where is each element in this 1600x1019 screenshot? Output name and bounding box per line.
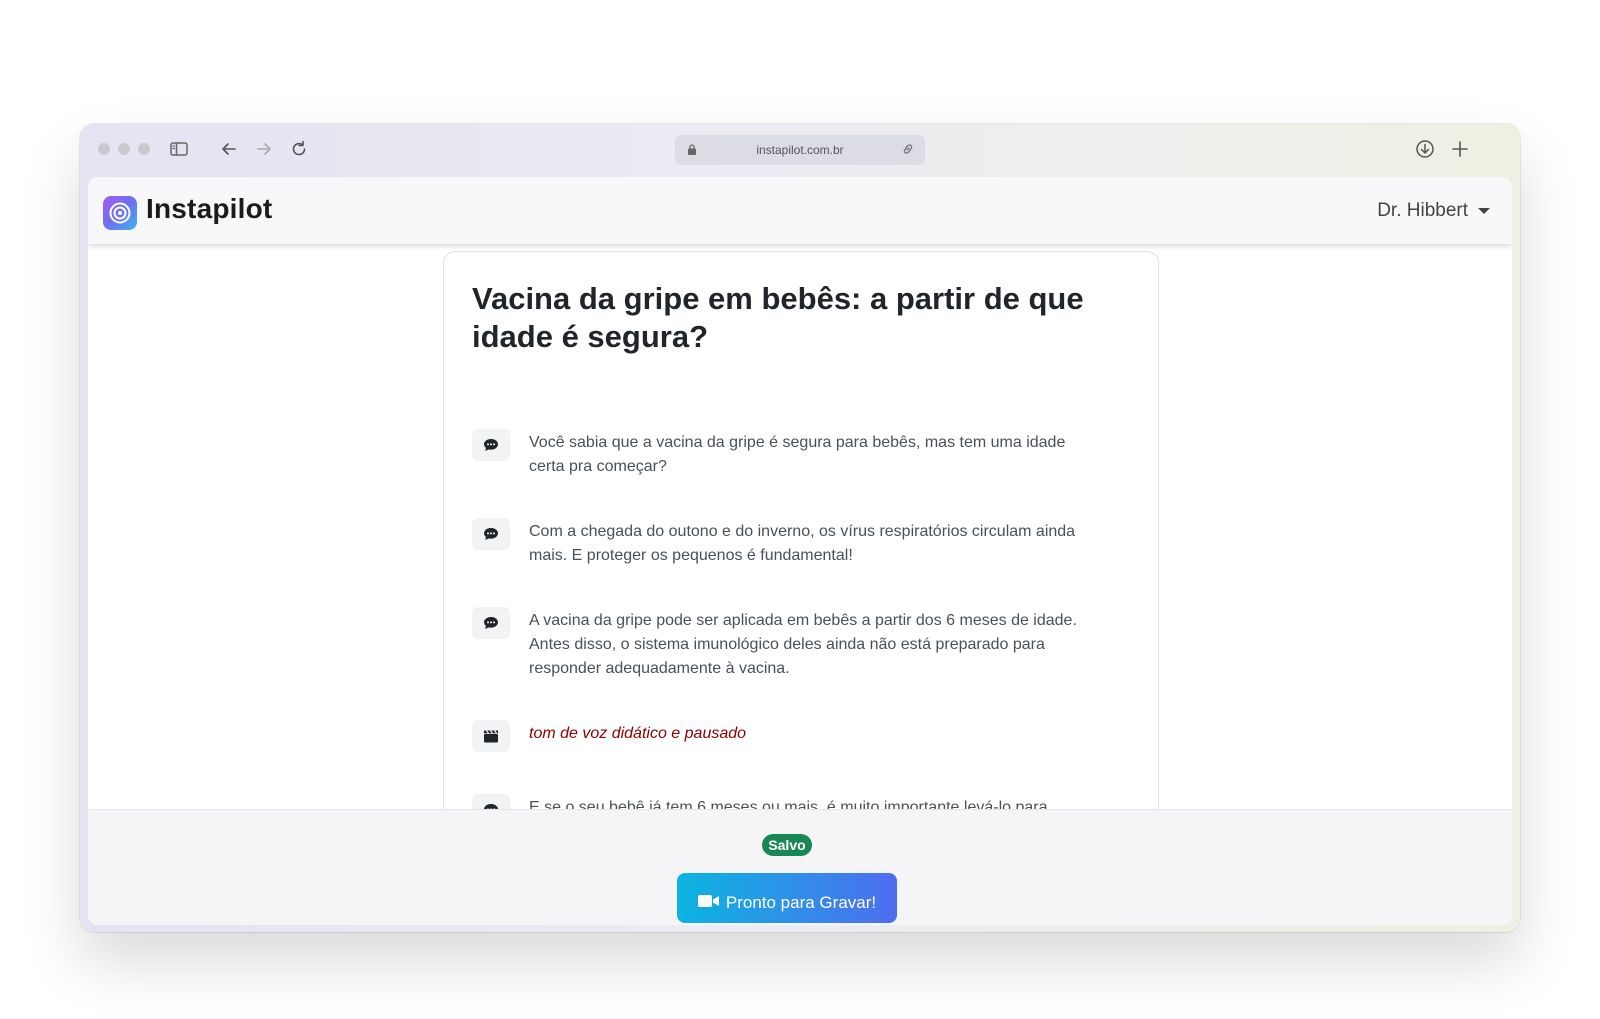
- clapperboard-icon: [472, 720, 510, 752]
- brand-name[interactable]: Instapilot: [146, 193, 272, 225]
- new-tab-icon[interactable]: [1448, 137, 1472, 161]
- speech-bubble-icon: [472, 518, 510, 550]
- top-navbar: Instapilot Dr. Hibbert: [88, 177, 1512, 244]
- speech-bubble-icon: [472, 429, 510, 461]
- zoom-window-button[interactable]: [138, 143, 150, 155]
- back-arrow-icon[interactable]: [217, 137, 241, 161]
- script-card: Vacina da gripe em bebês: a partir de qu…: [443, 251, 1159, 853]
- status-badge: Salvo: [762, 834, 812, 856]
- close-window-button[interactable]: [98, 143, 110, 155]
- script-line-text: A vacina da gripe pode ser aplicada em b…: [529, 612, 1077, 677]
- instapilot-logo-icon[interactable]: [103, 196, 137, 230]
- reload-icon[interactable]: [287, 137, 311, 161]
- sidebar-toggle-icon[interactable]: [167, 137, 191, 161]
- video-camera-icon: [697, 893, 720, 914]
- script-line-text: Você sabia que a vacina da gripe é segur…: [529, 434, 1066, 475]
- script-line-text: Com a chegada do outono e do inverno, os…: [529, 523, 1076, 564]
- bottom-action-bar: Salvo Pronto para Gravar!: [88, 809, 1512, 925]
- script-title: Vacina da gripe em bebês: a partir de qu…: [472, 281, 1084, 354]
- address-bar[interactable]: instapilot.com.br: [675, 135, 925, 165]
- user-menu-dropdown[interactable]: Dr. Hibbert: [1377, 200, 1490, 222]
- record-button-label: Pronto para Gravar!: [725, 893, 877, 912]
- chevron-down-icon: [1478, 208, 1490, 214]
- ready-to-record-button[interactable]: Pronto para Gravar!: [677, 873, 897, 923]
- lock-icon: [687, 143, 697, 159]
- link-icon[interactable]: [901, 142, 915, 159]
- speech-bubble-icon: [472, 607, 510, 639]
- download-icon[interactable]: [1413, 137, 1437, 161]
- forward-arrow-icon[interactable]: [252, 137, 276, 161]
- direction-text: tom de voz didático e pausado: [529, 725, 747, 742]
- user-name: Dr. Hibbert: [1377, 200, 1468, 221]
- browser-window: instapilot.com.br Instapilot Dr. Hibbert…: [80, 124, 1520, 932]
- url-text: instapilot.com.br: [756, 143, 844, 157]
- web-page: Instapilot Dr. Hibbert Vacina da gripe e…: [88, 177, 1512, 925]
- minimize-window-button[interactable]: [118, 143, 130, 155]
